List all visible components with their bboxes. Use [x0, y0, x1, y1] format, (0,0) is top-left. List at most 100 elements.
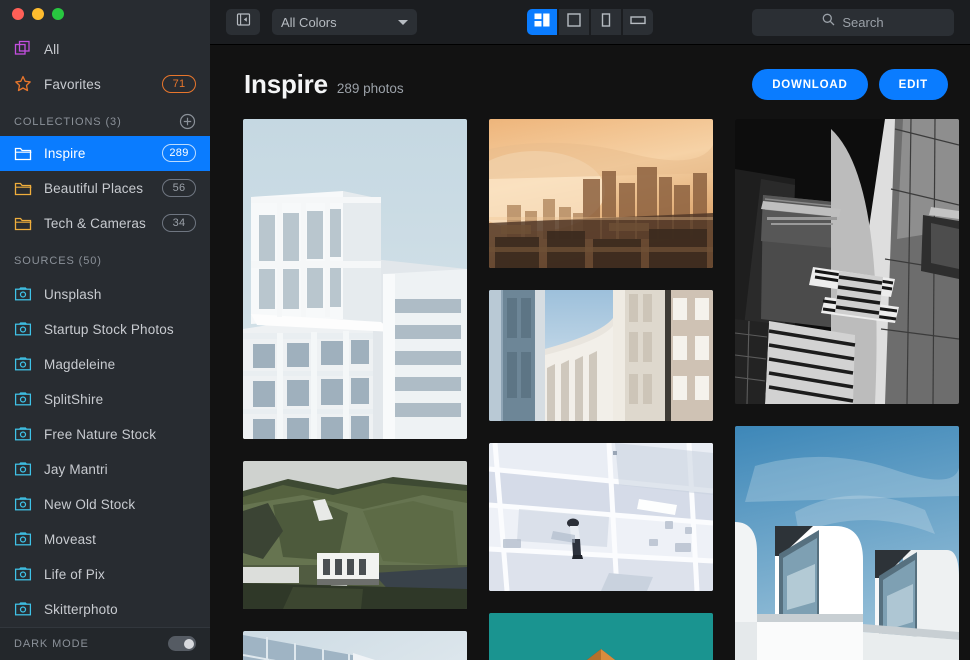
- sidebar-item-label: Unsplash: [44, 287, 196, 302]
- window-traffic-lights: [0, 0, 210, 28]
- content-scroll-area[interactable]: Inspire 289 photos DOWNLOAD EDIT: [210, 45, 970, 660]
- main-area: All Colors: [210, 0, 970, 660]
- view-mode-mosaic-button[interactable]: [527, 9, 557, 35]
- sidebar-item-startup-stock-photos[interactable]: Startup Stock Photos: [0, 312, 210, 347]
- plus-circle-icon[interactable]: [179, 113, 196, 130]
- close-window-button[interactable]: [12, 8, 24, 20]
- camera-icon: [14, 460, 32, 478]
- sidebar-item-inspire[interactable]: Inspire 289: [0, 136, 210, 171]
- collection-count-badge: 56: [162, 179, 196, 197]
- camera-icon: [14, 355, 32, 373]
- app-window: All Favorites 71 COLLECTIONS (3) Inspir: [0, 0, 970, 660]
- sidebar-item-label: Skitterphoto: [44, 602, 196, 617]
- collapse-panel-icon: [236, 12, 251, 32]
- collection-count-badge: 34: [162, 214, 196, 232]
- camera-icon: [14, 285, 32, 303]
- portrait-view-icon: [599, 13, 613, 32]
- download-button[interactable]: DOWNLOAD: [752, 69, 867, 100]
- toggle-knob: [184, 639, 194, 649]
- photo-glass-facade[interactable]: [243, 631, 467, 660]
- dark-mode-label: DARK MODE: [14, 638, 168, 650]
- photo-white-interior-person[interactable]: [489, 443, 713, 591]
- sources-section-header: SOURCES (50): [0, 247, 210, 275]
- collections-section-header: COLLECTIONS (3): [0, 108, 210, 136]
- folder-icon: [14, 179, 32, 197]
- sidebar-item-magdeleine[interactable]: Magdeleine: [0, 347, 210, 382]
- sidebar-item-label: Moveast: [44, 532, 196, 547]
- camera-icon: [14, 390, 32, 408]
- collection-count-badge: 289: [162, 144, 196, 162]
- camera-icon: [14, 600, 32, 618]
- favorites-count-badge: 71: [162, 75, 196, 93]
- sidebar-item-label: Beautiful Places: [44, 181, 150, 196]
- color-filter-select[interactable]: All Colors: [272, 9, 417, 35]
- view-mode-landscape-button[interactable]: [623, 9, 653, 35]
- sidebar-item-favorites[interactable]: Favorites 71: [0, 67, 210, 102]
- sidebar-item-label: Tech & Cameras: [44, 216, 150, 231]
- sidebar-item-free-nature-stock[interactable]: Free Nature Stock: [0, 417, 210, 452]
- sources-list: Unsplash Startup Stock Photos Magdeleine…: [0, 277, 210, 627]
- search-icon: [822, 13, 835, 31]
- sidebar: All Favorites 71 COLLECTIONS (3) Inspir: [0, 0, 210, 660]
- color-filter-value: All Colors: [281, 15, 398, 30]
- search-input[interactable]: Search: [752, 9, 954, 36]
- sidebar-item-label: Free Nature Stock: [44, 427, 196, 442]
- camera-icon: [14, 425, 32, 443]
- camera-icon: [14, 565, 32, 583]
- photo-green-valley-house[interactable]: [243, 461, 467, 609]
- photo-grid: [230, 119, 950, 660]
- photo-column: [735, 119, 959, 660]
- sidebar-item-label: SplitShire: [44, 392, 196, 407]
- photo-teal-roof-peak[interactable]: [489, 613, 713, 660]
- sidebar-primary-nav: All Favorites 71: [0, 28, 210, 102]
- page-header: Inspire 289 photos DOWNLOAD EDIT: [230, 45, 950, 119]
- sidebar-item-splitshire[interactable]: SplitShire: [0, 382, 210, 417]
- page-photo-count: 289 photos: [337, 74, 404, 96]
- sidebar-item-moveast[interactable]: Moveast: [0, 522, 210, 557]
- sources-header-label: SOURCES (50): [14, 255, 196, 267]
- sidebar-item-all[interactable]: All: [0, 32, 210, 67]
- photo-bw-architecture[interactable]: [735, 119, 959, 404]
- mosaic-view-icon: [534, 13, 550, 32]
- toolbar: All Colors: [210, 0, 970, 45]
- landscape-view-icon: [630, 13, 646, 32]
- sidebar-item-label: New Old Stock: [44, 497, 196, 512]
- sidebar-item-jay-mantri[interactable]: Jay Mantri: [0, 452, 210, 487]
- sidebar-item-label: Magdeleine: [44, 357, 196, 372]
- collapse-sidebar-button[interactable]: [226, 9, 260, 35]
- sidebar-item-skitterphoto[interactable]: Skitterphoto: [0, 592, 210, 627]
- page-title: Inspire: [244, 69, 328, 100]
- view-mode-group: [527, 9, 653, 35]
- sidebar-item-life-of-pix[interactable]: Life of Pix: [0, 557, 210, 592]
- collections-list: Inspire 289 Beautiful Places 56 Tech & C…: [0, 136, 210, 241]
- photo-column: [489, 119, 713, 660]
- photo-column: [243, 119, 467, 660]
- photo-golden-skyline[interactable]: [489, 119, 713, 268]
- edit-button[interactable]: EDIT: [879, 69, 948, 100]
- sidebar-item-new-old-stock[interactable]: New Old Stock: [0, 487, 210, 522]
- search-placeholder: Search: [842, 15, 883, 30]
- square-view-icon: [567, 13, 581, 32]
- photo-curved-facades[interactable]: [489, 290, 713, 421]
- stack-icon: [14, 40, 32, 58]
- sidebar-item-label: Startup Stock Photos: [44, 322, 196, 337]
- page-actions: DOWNLOAD EDIT: [752, 69, 950, 100]
- view-mode-portrait-button[interactable]: [591, 9, 621, 35]
- camera-icon: [14, 495, 32, 513]
- sidebar-item-unsplash[interactable]: Unsplash: [0, 277, 210, 312]
- dark-mode-row: DARK MODE: [0, 627, 210, 660]
- sidebar-item-label: Life of Pix: [44, 567, 196, 582]
- photo-white-modern-building[interactable]: [243, 119, 467, 439]
- camera-icon: [14, 530, 32, 548]
- sidebar-item-beautiful-places[interactable]: Beautiful Places 56: [0, 171, 210, 206]
- photo-bauhaus-blue-sky[interactable]: [735, 426, 959, 660]
- view-mode-square-button[interactable]: [559, 9, 589, 35]
- folder-icon: [14, 144, 32, 162]
- maximize-window-button[interactable]: [52, 8, 64, 20]
- minimize-window-button[interactable]: [32, 8, 44, 20]
- collections-header-label: COLLECTIONS (3): [14, 116, 179, 128]
- dark-mode-toggle[interactable]: [168, 636, 196, 651]
- sidebar-item-tech-and-cameras[interactable]: Tech & Cameras 34: [0, 206, 210, 241]
- sidebar-item-label: Inspire: [44, 146, 150, 161]
- sidebar-item-label: All: [44, 42, 196, 57]
